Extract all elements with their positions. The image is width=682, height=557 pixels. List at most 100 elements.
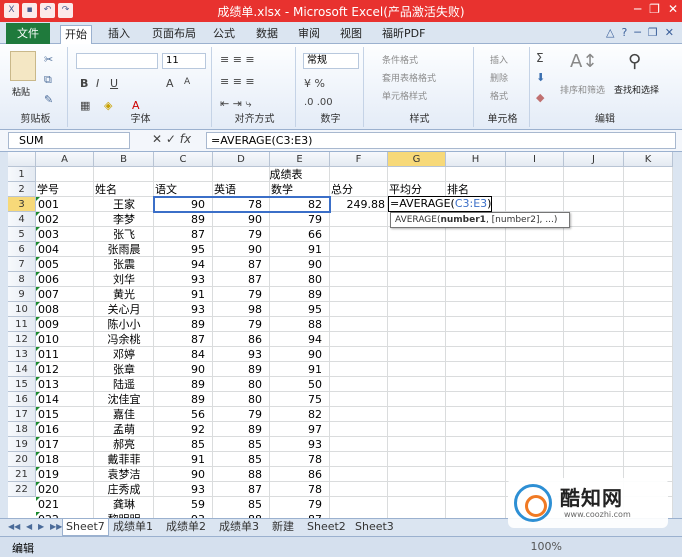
score-cell[interactable]: 89 xyxy=(154,392,205,407)
row-header[interactable]: 6 xyxy=(8,242,36,257)
row-header[interactable]: 13 xyxy=(8,347,36,362)
score-cell[interactable]: 79 xyxy=(213,317,262,332)
font-size-input[interactable]: 11 xyxy=(162,53,206,69)
column-header-j[interactable]: J xyxy=(564,152,624,167)
name-cell[interactable]: 关心月 xyxy=(94,302,154,317)
copy-icon[interactable]: ⧉ xyxy=(44,73,52,87)
tab-data[interactable]: 数据 xyxy=(252,25,282,44)
header-cell[interactable]: 学号 xyxy=(37,182,59,197)
id-cell[interactable]: 019 xyxy=(38,467,59,482)
format-cells-button[interactable]: 格式 xyxy=(490,89,508,102)
row-header[interactable]: 14 xyxy=(8,362,36,377)
score-cell[interactable]: 90 xyxy=(213,242,262,257)
delete-cells-button[interactable]: 删除 xyxy=(490,71,508,84)
score-cell[interactable]: 79 xyxy=(270,212,322,227)
column-header-h[interactable]: H xyxy=(446,152,506,167)
header-cell[interactable]: 姓名 xyxy=(95,182,117,197)
name-cell[interactable]: 陆遥 xyxy=(94,377,154,392)
format-painter-icon[interactable]: ✎ xyxy=(44,93,53,106)
row-header[interactable]: 12 xyxy=(8,332,36,347)
score-cell[interactable]: 94 xyxy=(270,332,322,347)
tab-review[interactable]: 审阅 xyxy=(294,25,324,44)
score-cell[interactable]: 89 xyxy=(154,317,205,332)
autosum-icon[interactable]: Σ xyxy=(536,51,544,65)
doc-close-icon[interactable]: ✕ xyxy=(665,26,674,39)
column-header-f[interactable]: F xyxy=(330,152,388,167)
font-name-input[interactable] xyxy=(76,53,158,69)
row-header[interactable]: 16 xyxy=(8,392,36,407)
name-cell[interactable]: 张章 xyxy=(94,362,154,377)
column-header-d[interactable]: D xyxy=(213,152,270,167)
number-format-select[interactable]: 常规 xyxy=(303,53,359,69)
active-cell-g3[interactable]: =AVERAGE(C3:E3) xyxy=(388,196,492,212)
column-header-k[interactable]: K xyxy=(624,152,673,167)
score-cell[interactable]: 66 xyxy=(270,227,322,242)
name-cell[interactable]: 庄秀成 xyxy=(94,482,154,497)
restore-icon[interactable]: ❐ xyxy=(649,2,660,16)
column-header-i[interactable]: I xyxy=(506,152,564,167)
id-cell[interactable]: 018 xyxy=(38,452,59,467)
score-cell[interactable]: 87 xyxy=(213,257,262,272)
score-cell[interactable]: 85 xyxy=(213,452,262,467)
score-cell[interactable]: 87 xyxy=(154,332,205,347)
header-cell[interactable]: 总分 xyxy=(331,182,353,197)
name-cell[interactable]: 郝亮 xyxy=(94,437,154,452)
row-header[interactable]: 4 xyxy=(8,212,36,227)
score-cell[interactable]: 93 xyxy=(154,482,205,497)
cancel-icon[interactable]: ✕ xyxy=(152,132,162,146)
total-cell[interactable]: 249.88 xyxy=(330,197,386,212)
sheet-tab-sheet7[interactable]: Sheet7 xyxy=(62,519,109,536)
name-box[interactable]: SUM xyxy=(8,132,130,149)
cut-icon[interactable]: ✂ xyxy=(44,53,53,66)
name-cell[interactable]: 沈佳宜 xyxy=(94,392,154,407)
header-cell[interactable]: 排名 xyxy=(447,182,469,197)
id-cell[interactable]: 006 xyxy=(38,272,59,287)
header-cell[interactable]: 平均分 xyxy=(389,182,422,197)
score-cell[interactable]: 91 xyxy=(270,362,322,377)
score-cell[interactable]: 86 xyxy=(270,467,322,482)
row-header[interactable]: 11 xyxy=(8,317,36,332)
tab-insert[interactable]: 插入 xyxy=(104,25,134,44)
minimize-icon[interactable]: ─ xyxy=(634,2,641,16)
row-header[interactable]: 7 xyxy=(8,257,36,272)
header-cell[interactable]: 英语 xyxy=(214,182,236,197)
score-cell[interactable]: 93 xyxy=(213,347,262,362)
id-cell[interactable]: 021 xyxy=(38,497,59,512)
row-header[interactable]: 9 xyxy=(8,287,36,302)
row-header[interactable]: 3 xyxy=(8,197,36,212)
select-all-corner[interactable] xyxy=(8,152,36,167)
close-icon[interactable]: ✕ xyxy=(668,2,678,16)
clear-icon[interactable]: ◆ xyxy=(536,91,544,104)
score-cell[interactable]: 79 xyxy=(213,287,262,302)
enter-icon[interactable]: ✓ xyxy=(166,132,176,146)
worksheet-grid[interactable]: A B C D E F G H I J K 1 2 3 4 5 6 7 8 9 10 11 12 13 14 15 16 17 18 19… xyxy=(8,152,673,518)
score-cell[interactable]: 84 xyxy=(154,347,205,362)
score-cell[interactable]: 85 xyxy=(154,437,205,452)
prev-sheet-icon[interactable]: ◀ xyxy=(26,522,32,531)
score-cell[interactable]: 80 xyxy=(270,272,322,287)
id-cell[interactable]: 003 xyxy=(38,227,59,242)
column-header-g[interactable]: G xyxy=(388,152,446,167)
score-cell[interactable]: 91 xyxy=(154,287,205,302)
bold-button[interactable]: B xyxy=(80,77,88,90)
row-header[interactable]: 10 xyxy=(8,302,36,317)
name-cell[interactable]: 张震 xyxy=(94,257,154,272)
sheet-tab-sheet3[interactable]: Sheet3 xyxy=(352,519,397,536)
score-cell[interactable]: 85 xyxy=(213,437,262,452)
underline-button[interactable]: U xyxy=(110,77,118,90)
sort-filter-icon[interactable]: A↕ xyxy=(570,51,597,72)
fill-icon[interactable]: ⬇ xyxy=(536,71,545,84)
sort-filter-button[interactable]: 排序和筛选 xyxy=(560,83,605,96)
name-cell[interactable]: 戴菲菲 xyxy=(94,452,154,467)
row-header[interactable]: 5 xyxy=(8,227,36,242)
first-sheet-icon[interactable]: ◀◀ xyxy=(8,522,20,531)
score-cell[interactable]: 90 xyxy=(213,212,262,227)
score-cell[interactable]: 89 xyxy=(213,362,262,377)
row-header[interactable]: 21 xyxy=(8,467,36,482)
score-cell[interactable]: 59 xyxy=(154,497,205,512)
score-cell[interactable]: 50 xyxy=(270,377,322,392)
help-icon[interactable]: ? xyxy=(621,26,627,39)
id-cell[interactable]: 016 xyxy=(38,422,59,437)
score-cell[interactable]: 94 xyxy=(154,257,205,272)
id-cell[interactable]: 010 xyxy=(38,332,59,347)
